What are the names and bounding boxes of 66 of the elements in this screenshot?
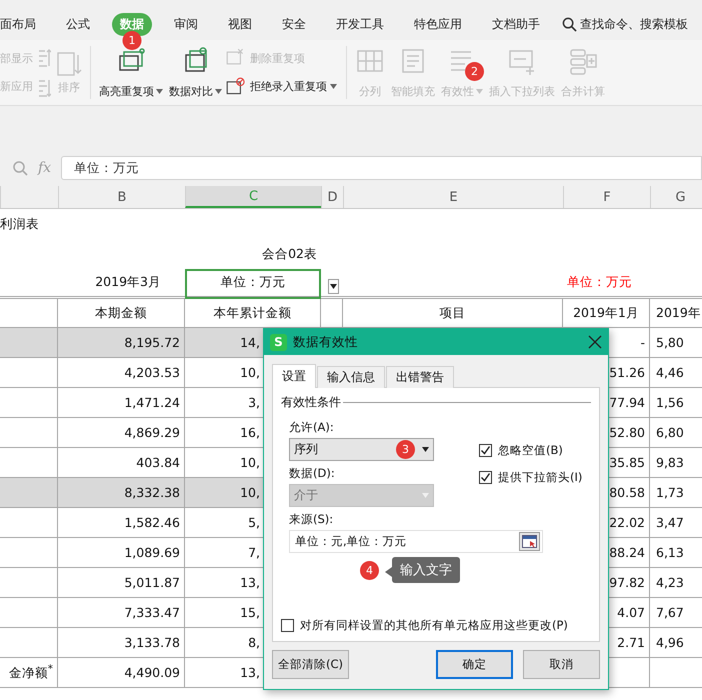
table-cell: 4,490.09 [58, 658, 185, 688]
caret-icon [330, 284, 337, 289]
checkbox[interactable] [479, 444, 492, 457]
step-badge: 3 [396, 440, 415, 459]
checkbox[interactable] [479, 471, 492, 484]
table-cell: 7,333.47 [58, 598, 185, 628]
table-cell: 4,203.53 [58, 358, 185, 388]
caret-icon [156, 89, 163, 94]
table-cell: 1,089.69 [58, 538, 185, 568]
table-cell: 单位：万元 [185, 269, 321, 299]
sort-ascending-icon [37, 46, 51, 68]
ribbon-tab[interactable]: 公式 [58, 12, 98, 36]
step-badge: 2 [465, 62, 484, 81]
range-picker-button[interactable] [519, 532, 540, 551]
dialog-tab[interactable]: 输入信息 [317, 366, 385, 388]
zoom-icon [12, 160, 28, 176]
ribbon-tab[interactable]: 开发工具 [328, 12, 392, 36]
sort-icon [56, 50, 82, 76]
search-field[interactable]: 查找命令、搜索模板 [562, 16, 688, 32]
ribbon-tab[interactable]: 特色应用 [406, 12, 470, 36]
table-cell: 本期金额 [58, 299, 185, 328]
table-cell: 金净额$^{*}$ [0, 658, 58, 688]
table-cell: 8,195.72 [58, 328, 185, 358]
dialog-tab[interactable]: 设置 [272, 364, 316, 388]
table-cell: 4,869.29 [58, 418, 185, 448]
search-icon [562, 16, 577, 32]
toolbar-button[interactable]: 拒绝录入重复项 [225, 76, 337, 98]
column-header[interactable]: D [321, 186, 343, 208]
ribbon-tab[interactable]: 面布局 [0, 12, 44, 36]
close-icon[interactable] [588, 335, 602, 349]
tooltip: 输入文字 [392, 557, 460, 583]
table-cell: 1,471.24 [58, 388, 185, 418]
table-cell: 3,133.78 [58, 628, 185, 658]
ribbon-tab[interactable]: 审阅 [166, 12, 206, 36]
caret-icon [330, 84, 337, 90]
column-header[interactable]: G [650, 186, 702, 208]
caret-icon [215, 89, 222, 94]
tooltip-pointer-icon [385, 567, 392, 577]
clear-button[interactable]: 全部清除(C) [272, 650, 349, 679]
source-field[interactable]: 单位：元,单位：万元 [289, 530, 543, 553]
dialog-button[interactable]: 确定 [436, 650, 513, 679]
column-header[interactable]: F [563, 186, 650, 208]
ribbon-tab[interactable]: 安全 [274, 12, 314, 36]
checkbox-label: 忽略空值(B) [498, 443, 563, 458]
table-cell: 1,582.46 [58, 508, 185, 538]
table-cell: 403.84 [58, 448, 185, 478]
ribbon-tab[interactable]: 视图 [220, 12, 260, 36]
ribbon-tab[interactable]: 文档助手 [484, 12, 548, 36]
caret-icon [476, 89, 483, 94]
table-cell: 本年累计金额 [185, 299, 321, 328]
app-logo: S [270, 334, 287, 350]
caret-icon [422, 447, 429, 452]
dialog-button[interactable]: 取消 [523, 650, 600, 679]
table-cell: 8,332.38 [58, 478, 185, 508]
dropdown-button[interactable] [328, 279, 339, 294]
table-cell: 项目 [343, 299, 563, 328]
allow-select[interactable]: 序列 3 [289, 438, 434, 461]
caret-icon [422, 493, 429, 498]
checkbox[interactable] [281, 619, 294, 632]
table-cell: 5,011.87 [58, 568, 185, 598]
formula-field[interactable]: 单位：万元 [61, 156, 702, 180]
toolbar-button[interactable]: 数据对比 [166, 44, 225, 101]
column-header[interactable]: E [343, 186, 563, 208]
table-cell: 2019年1月 [563, 299, 650, 328]
step-badge: 4 [360, 561, 379, 580]
dialog-tab[interactable]: 出错警告 [386, 366, 454, 388]
